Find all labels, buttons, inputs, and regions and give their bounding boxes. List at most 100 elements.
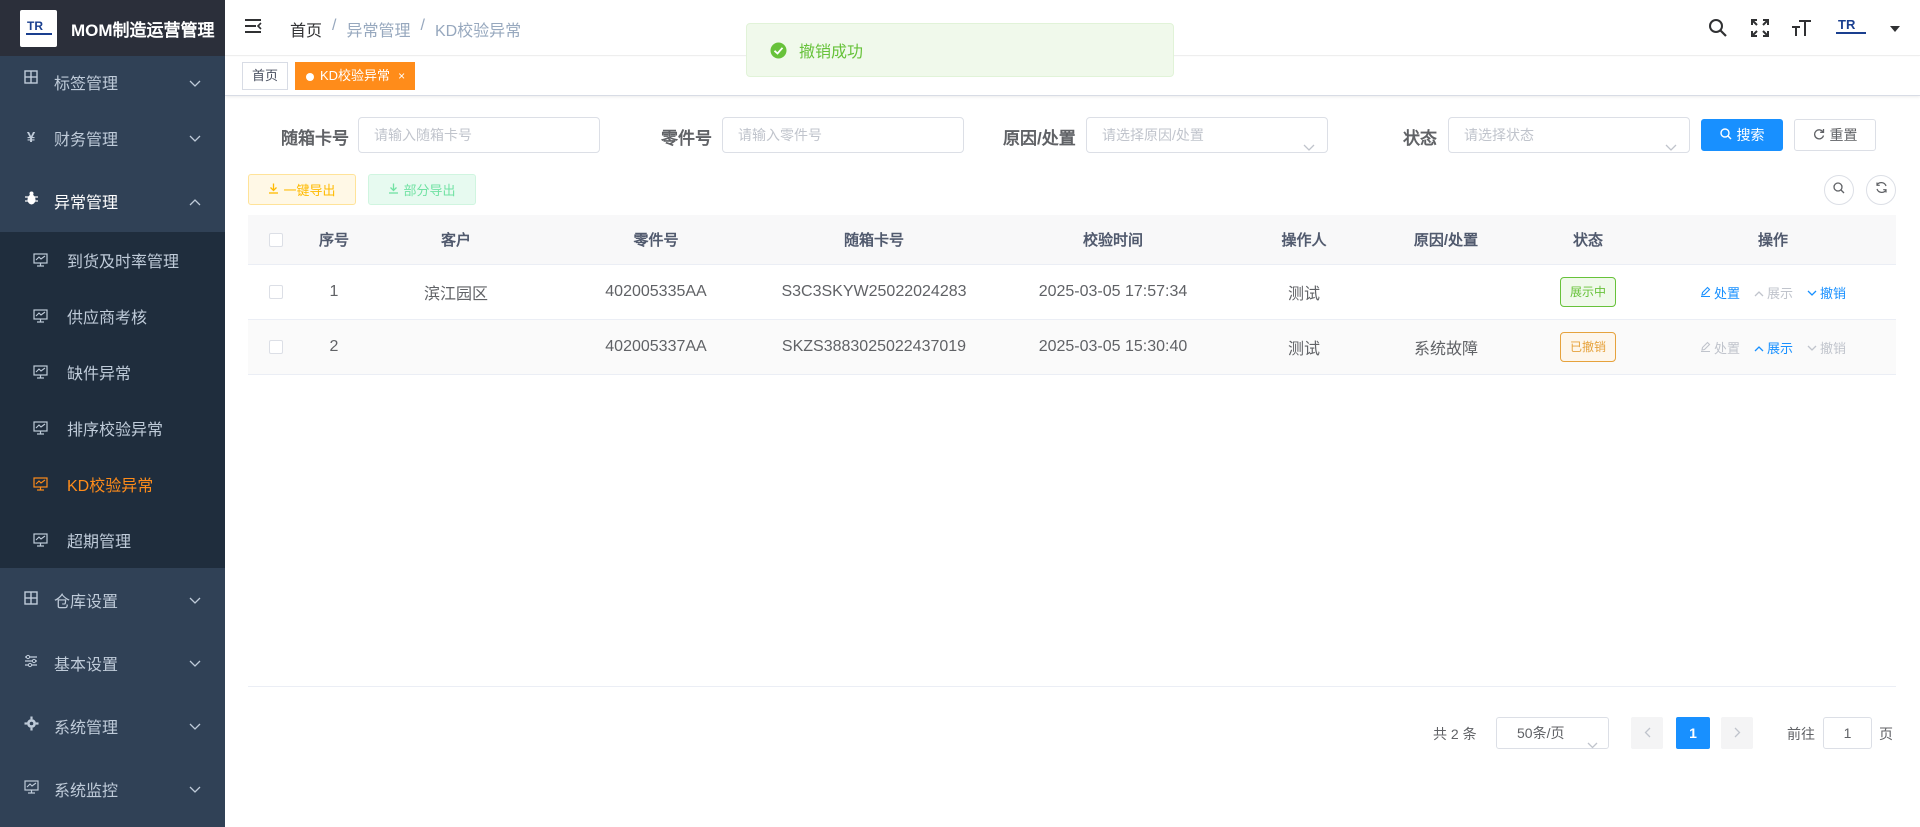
sidebar-item-exception[interactable]: 异常管理 <box>0 169 225 232</box>
tag-kd-check[interactable]: KD校验异常 × <box>295 62 416 90</box>
cell-status: 展示中 <box>1526 277 1650 307</box>
export-part-button[interactable]: 部分导出 <box>368 174 476 205</box>
chevron-up-icon <box>1754 340 1764 355</box>
sidebar-item-label: 系统监控 <box>54 782 119 800</box>
sidebar-subitem-missing-parts[interactable]: 缺件异常 <box>0 344 225 400</box>
logo-bar[interactable]: TR MOM制造运营管理 <box>0 0 225 56</box>
show-label: 展示 <box>1766 340 1793 356</box>
export-all-button[interactable]: 一键导出 <box>248 174 356 205</box>
reason-select[interactable]: 请选择原因/处置 <box>1086 117 1328 153</box>
sidebar-subitem-arrival-rate[interactable]: 到货及时率管理 <box>0 232 225 288</box>
breadcrumb-exception[interactable]: 异常管理 <box>346 17 410 41</box>
table-bottom-divider <box>248 686 1896 687</box>
sidebar-subitem-label: 排序校验异常 <box>67 422 164 439</box>
sidebar-subitem-supplier-eval[interactable]: 供应商考核 <box>0 288 225 344</box>
tag-label: KD校验异常 <box>320 68 391 83</box>
col-header-status: 状态 <box>1572 232 1603 249</box>
sidebar-item-warehouse[interactable]: 仓库设置 <box>0 568 225 631</box>
toggle-search-button[interactable] <box>1824 175 1854 205</box>
monitor-icon <box>33 365 49 379</box>
refresh-table-button[interactable] <box>1866 175 1896 205</box>
handle-button[interactable]: 处置 <box>1700 338 1740 357</box>
fullscreen-icon[interactable] <box>1748 16 1772 40</box>
cell-check-time: 2025-03-05 15:30:40 <box>1038 338 1188 355</box>
breadcrumb-home[interactable]: 首页 <box>290 17 322 41</box>
part-no-input[interactable]: 请输入零件号 <box>722 117 964 153</box>
handle-label: 处置 <box>1713 285 1740 301</box>
cell-part-no: 402005337AA <box>605 338 707 355</box>
revoke-button[interactable]: 撤销 <box>1807 283 1846 302</box>
card-no-input[interactable]: 请输入随箱卡号 <box>358 117 600 153</box>
page-number-1[interactable]: 1 <box>1676 717 1710 749</box>
grid-icon <box>22 70 40 88</box>
col-header-part-no: 零件号 <box>633 232 679 249</box>
reason-label: 原因/处置 <box>1003 129 1076 148</box>
col-header-customer: 客户 <box>440 232 471 249</box>
reset-button[interactable]: 重置 <box>1794 119 1876 151</box>
row-checkbox[interactable] <box>248 285 304 299</box>
show-button[interactable]: 展示 <box>1754 283 1793 302</box>
goto-page-input[interactable]: 1 <box>1823 717 1872 749</box>
menu-toggle-icon[interactable] <box>243 16 263 41</box>
sidebar-item-label: 基本设置 <box>54 656 119 674</box>
caret-down-icon[interactable] <box>1890 19 1900 37</box>
search-icon[interactable] <box>1706 16 1730 40</box>
cell-operator: 测试 <box>1287 341 1320 358</box>
exception-submenu: 到货及时率管理 供应商考核 缺件异常 排序校验异常 KD校验异常 超期管理 <box>0 232 225 568</box>
monitor-icon <box>33 309 49 323</box>
download-icon <box>388 182 399 197</box>
col-header-actions: 操作 <box>1757 232 1788 249</box>
navbar-actions: TR <box>1706 12 1900 44</box>
col-header-check-time: 校验时间 <box>1082 232 1143 249</box>
handle-button[interactable]: 处置 <box>1700 283 1740 302</box>
page-size-select[interactable]: 50条/页 <box>1496 717 1609 749</box>
sidebar-subitem-overdue[interactable]: 超期管理 <box>0 512 225 568</box>
sidebar-item-label: 异常管理 <box>54 194 119 212</box>
font-size-icon[interactable] <box>1790 16 1814 40</box>
yen-icon: ¥ <box>26 129 36 146</box>
breadcrumb-current: KD校验异常 <box>434 23 522 40</box>
monitor-icon <box>33 533 49 547</box>
export-part-label: 部分导出 <box>403 183 456 198</box>
pagination: 共 2 条 50条/页 1 前往 1 页 <box>0 717 1920 749</box>
toast-message: 撤销成功 <box>799 44 864 61</box>
close-icon[interactable]: × <box>398 69 405 83</box>
sidebar-item-label: 仓库设置 <box>54 593 119 611</box>
prev-page-button[interactable] <box>1631 717 1663 749</box>
goto-suffix: 页 <box>1879 726 1893 742</box>
chevron-up-icon <box>189 193 201 211</box>
bug-icon <box>22 191 40 210</box>
chevron-down-icon <box>1587 729 1598 759</box>
sidebar-subitem-sequence-check[interactable]: 排序校验异常 <box>0 400 225 456</box>
sidebar-item-basic-settings[interactable]: 基本设置 <box>0 631 225 694</box>
monitor-icon <box>33 477 49 491</box>
row-checkbox[interactable] <box>248 340 304 354</box>
svg-text:TR: TR <box>27 19 43 33</box>
search-button[interactable]: 搜索 <box>1701 119 1783 151</box>
card-no-label: 随箱卡号 <box>281 129 349 148</box>
data-table: 序号 客户 零件号 随箱卡号 校验时间 操作人 原因/处置 状态 操作 1 滨江… <box>248 215 1896 375</box>
breadcrumb-separator: / <box>420 17 425 34</box>
search-form: 随箱卡号 请输入随箱卡号 零件号 请输入零件号 原因/处置 请选择原因/处置 状… <box>225 116 1920 156</box>
user-avatar[interactable]: TR <box>1832 12 1872 44</box>
status-select[interactable]: 请选择状态 <box>1448 117 1690 153</box>
chevron-down-icon <box>1807 285 1817 300</box>
tag-home[interactable]: 首页 <box>242 62 289 90</box>
select-all-checkbox[interactable] <box>248 232 304 247</box>
col-header-reason: 原因/处置 <box>1413 232 1479 249</box>
revoke-button[interactable]: 撤销 <box>1807 338 1846 357</box>
sidebar-item-label-mgmt[interactable]: 标签管理 <box>0 56 225 106</box>
chevron-left-icon <box>1644 725 1651 741</box>
chevron-down-icon <box>189 130 201 148</box>
refresh-icon <box>1813 127 1825 143</box>
goto-label: 前往 <box>1787 726 1815 742</box>
sidebar-item-monitor[interactable]: 系统监控 <box>0 757 225 820</box>
next-page-button[interactable] <box>1721 717 1753 749</box>
cell-index: 1 <box>329 283 339 300</box>
cell-index: 2 <box>329 338 339 355</box>
search-icon <box>1833 181 1845 199</box>
sidebar-subitem-kd-check[interactable]: KD校验异常 <box>0 456 225 512</box>
sidebar-item-finance[interactable]: ¥ 财务管理 <box>0 106 225 169</box>
show-button[interactable]: 展示 <box>1754 338 1793 357</box>
chevron-down-icon <box>189 781 201 799</box>
